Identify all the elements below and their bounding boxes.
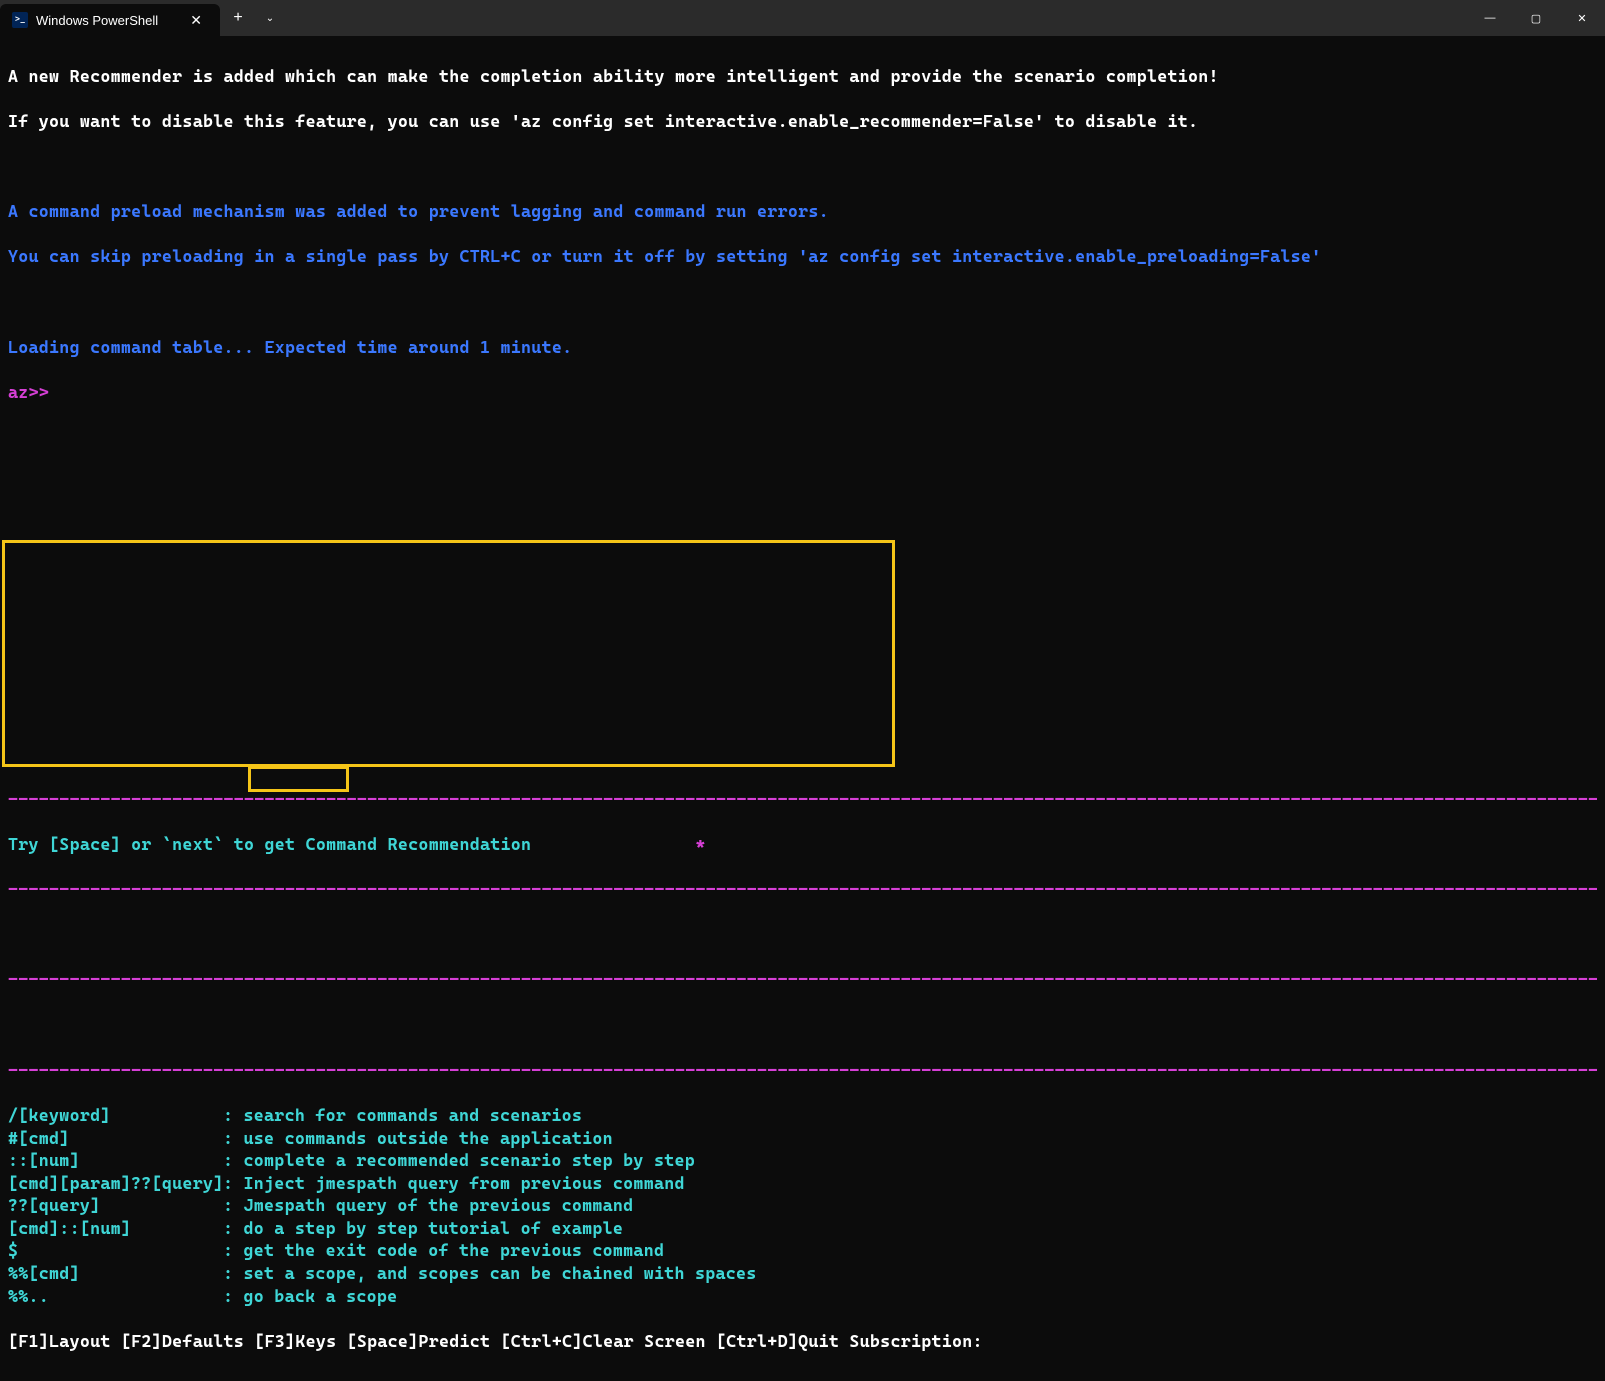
separator-line: ----------------------------------------… — [8, 968, 1597, 991]
terminal-output[interactable]: A new Recommender is added which can mak… — [0, 36, 1605, 1381]
loading-line: Loading command table... Expected time a… — [8, 336, 1597, 359]
prompt[interactable]: az>> — [8, 381, 1597, 404]
help-desc: : set a scope, and scopes can be chained… — [223, 1262, 1597, 1285]
separator-line: ----------------------------------------… — [8, 788, 1597, 811]
help-desc: : get the exit code of the previous comm… — [223, 1239, 1597, 1262]
help-key: %%.. — [8, 1285, 223, 1308]
minimize-button[interactable]: — — [1467, 0, 1513, 36]
help-desc: : search for commands and scenarios — [223, 1104, 1597, 1127]
help-key: [cmd][param]??[query] — [8, 1172, 223, 1195]
preload-line-1: A command preload mechanism was added to… — [8, 200, 1597, 223]
help-key: /[keyword] — [8, 1104, 223, 1127]
help-key: %%[cmd] — [8, 1262, 223, 1285]
tab-title: Windows PowerShell — [36, 13, 184, 28]
hint-text: Try [Space] or `next` to get Command Rec… — [8, 833, 531, 856]
help-key: ::[num] — [8, 1149, 223, 1172]
titlebar: >_ Windows PowerShell ✕ + ⌄ — ▢ ✕ — [0, 0, 1605, 36]
separator-line: ----------------------------------------… — [8, 1059, 1597, 1082]
help-desc: : Inject jmespath query from previous co… — [223, 1172, 1597, 1195]
new-tab-button[interactable]: + — [220, 0, 256, 36]
help-key: [cmd]::[num] — [8, 1217, 223, 1240]
help-table: /[keyword]: search for commands and scen… — [8, 1104, 1597, 1307]
recommender-line-2: If you want to disable this feature, you… — [8, 110, 1597, 133]
help-desc: : do a step by step tutorial of example — [223, 1217, 1597, 1240]
help-desc: : go back a scope — [223, 1285, 1597, 1308]
window-controls: — ▢ ✕ — [1467, 0, 1605, 36]
hint-row: Try [Space] or `next` to get Command Rec… — [8, 833, 1597, 856]
recommender-line-1: A new Recommender is added which can mak… — [8, 65, 1597, 88]
close-window-button[interactable]: ✕ — [1559, 0, 1605, 36]
status-bar: [F1]Layout [F2]Defaults [F3]Keys [Space]… — [8, 1330, 1597, 1353]
help-key: #[cmd] — [8, 1127, 223, 1150]
tab-close-button[interactable]: ✕ — [184, 10, 208, 31]
help-key: ??[query] — [8, 1194, 223, 1217]
hint-star: * — [695, 833, 705, 856]
preload-line-2: You can skip preloading in a single pass… — [8, 245, 1597, 268]
powershell-icon: >_ — [12, 12, 28, 28]
tab-powershell[interactable]: >_ Windows PowerShell ✕ — [0, 4, 220, 36]
help-desc: : use commands outside the application — [223, 1127, 1597, 1150]
help-desc: : Jmespath query of the previous command — [223, 1194, 1597, 1217]
maximize-button[interactable]: ▢ — [1513, 0, 1559, 36]
tab-dropdown-button[interactable]: ⌄ — [256, 0, 284, 36]
help-key: $ — [8, 1239, 223, 1262]
separator-line: ----------------------------------------… — [8, 878, 1597, 901]
help-desc: : complete a recommended scenario step b… — [223, 1149, 1597, 1172]
